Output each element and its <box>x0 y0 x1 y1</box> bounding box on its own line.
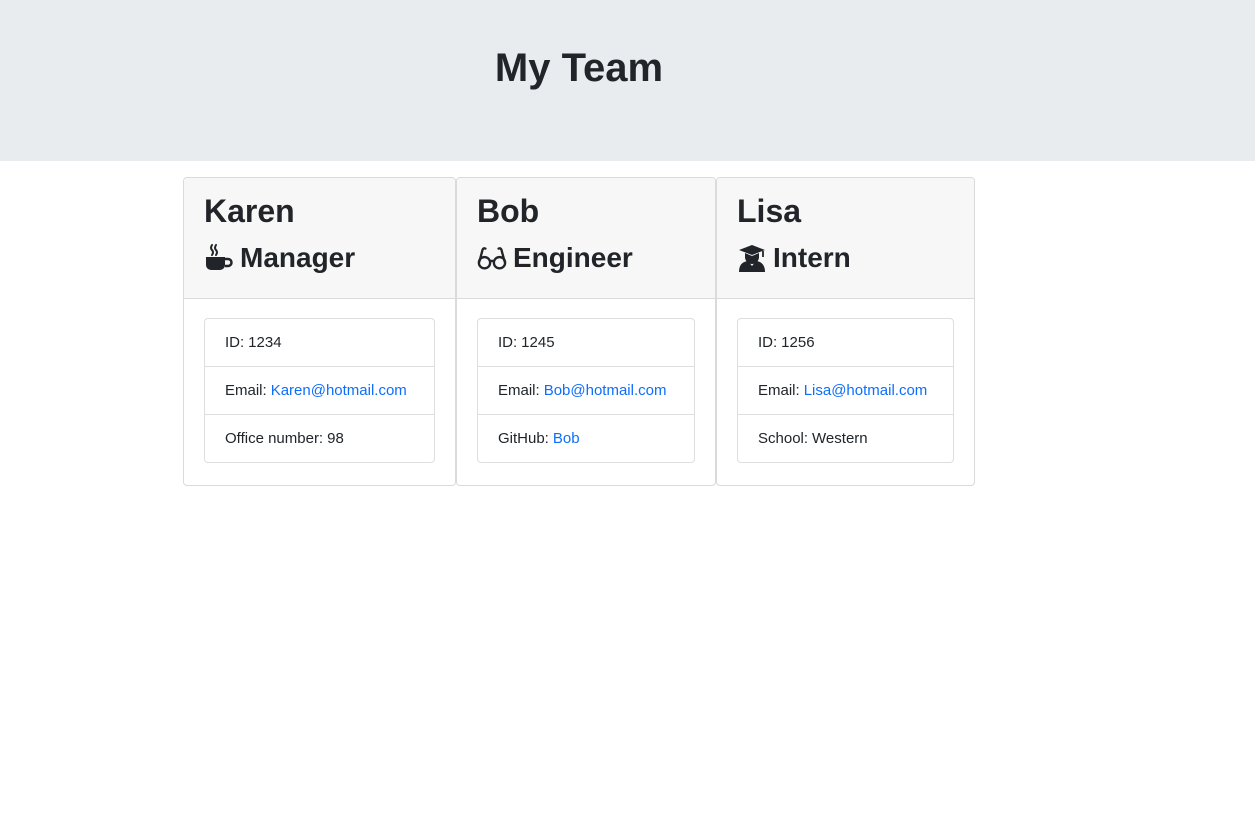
school-value: Western <box>812 430 868 447</box>
list-item-school: School: Western <box>738 415 953 462</box>
page-title: My Team <box>494 46 664 90</box>
office-value: 98 <box>327 430 344 447</box>
card-header: Bob Engineer <box>457 178 715 299</box>
email-label: Email: <box>225 382 267 399</box>
employee-card-manager: Karen Manager ID: 1234 Email: Karen@hotm… <box>183 177 456 486</box>
school-label: School: <box>758 430 809 447</box>
role-label: Engineer <box>513 242 633 273</box>
list-item-email: Email: Lisa@hotmail.com <box>738 367 953 415</box>
role-label: Manager <box>240 242 356 273</box>
id-value: 1256 <box>781 334 815 351</box>
id-value: 1245 <box>521 334 555 351</box>
email-link[interactable]: Karen@hotmail.com <box>271 382 407 399</box>
details-list: ID: 1256 Email: Lisa@hotmail.com School:… <box>737 318 954 463</box>
employee-role: Manager <box>204 240 355 276</box>
email-label: Email: <box>498 382 540 399</box>
coffee-icon <box>204 243 234 273</box>
details-list: ID: 1245 Email: Bob@hotmail.com GitHub: … <box>477 318 695 463</box>
card-header: Karen Manager <box>184 178 455 299</box>
id-label: ID: <box>498 334 518 351</box>
details-list: ID: 1234 Email: Karen@hotmail.com Office… <box>204 318 435 463</box>
employee-name: Karen <box>204 193 295 229</box>
list-item-email: Email: Bob@hotmail.com <box>478 367 694 415</box>
id-label: ID: <box>758 334 778 351</box>
employee-role: Engineer <box>477 240 633 276</box>
github-label: GitHub: <box>498 430 549 447</box>
employee-name: Bob <box>477 193 540 229</box>
list-item-id: ID: 1256 <box>738 319 953 367</box>
id-label: ID: <box>225 334 245 351</box>
id-value: 1234 <box>248 334 282 351</box>
graduate-icon <box>737 243 767 273</box>
email-link[interactable]: Bob@hotmail.com <box>544 382 667 399</box>
list-item-office: Office number: 98 <box>205 415 434 462</box>
employee-role: Intern <box>737 240 851 276</box>
email-label: Email: <box>758 382 800 399</box>
list-item-email: Email: Karen@hotmail.com <box>205 367 434 415</box>
list-item-github: GitHub: Bob <box>478 415 694 462</box>
list-item-id: ID: 1245 <box>478 319 694 367</box>
list-item-id: ID: 1234 <box>205 319 434 367</box>
card-header: Lisa Intern <box>717 178 974 299</box>
role-label: Intern <box>773 242 851 273</box>
page-header: My Team <box>0 0 1255 161</box>
employee-card-engineer: Bob Engineer ID: 1245 Email: Bob@hotmail… <box>456 177 716 486</box>
employee-card-intern: Lisa Intern ID: 1256 Email: Lisa@hotmail… <box>716 177 975 486</box>
glasses-icon <box>477 243 507 273</box>
employee-name: Lisa <box>737 193 802 229</box>
office-label: Office number: <box>225 430 324 447</box>
email-link[interactable]: Lisa@hotmail.com <box>804 382 928 399</box>
github-link[interactable]: Bob <box>553 430 580 447</box>
